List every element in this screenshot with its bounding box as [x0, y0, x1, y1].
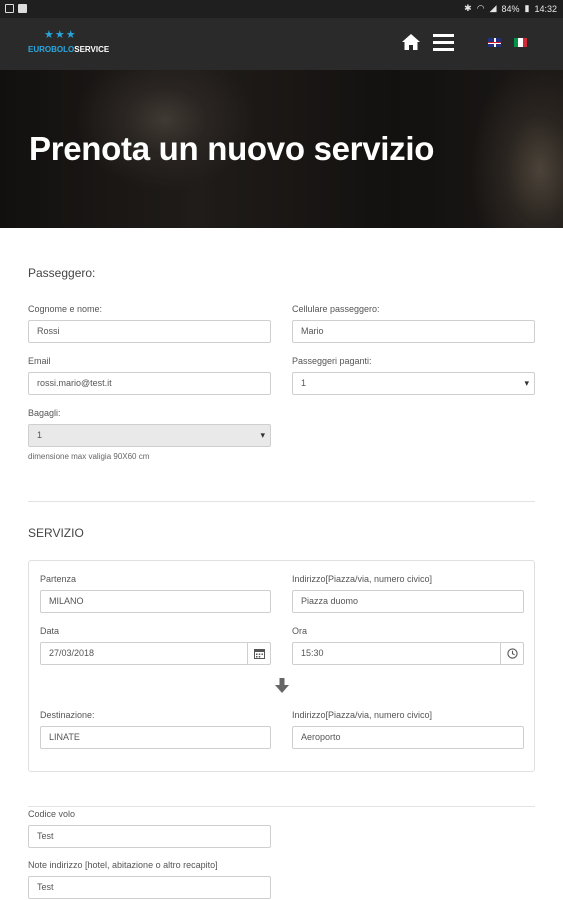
battery-icon: ▮: [524, 3, 530, 13]
luggage-label: Bagagli:: [28, 408, 61, 418]
logo-stars: ★★★: [44, 29, 77, 41]
section-divider: [28, 501, 535, 502]
status-right: ✱ ◠ ◢ 84% ▮ 14:32: [464, 3, 557, 14]
clock-icon[interactable]: [501, 642, 524, 665]
logo-text: EUROBOLOSERVICE: [28, 45, 109, 54]
battery-level: 84%: [501, 3, 520, 14]
passenger-section-title: Passeggero:: [28, 266, 96, 280]
address-notes-input[interactable]: Test: [28, 876, 271, 899]
time-input[interactable]: 15:30: [292, 642, 501, 665]
date-label: Data: [40, 626, 60, 636]
date-input[interactable]: 27/03/2018: [40, 642, 248, 665]
section-divider: [28, 806, 535, 807]
language-en-flag-icon[interactable]: [488, 38, 501, 47]
language-it-flag-icon[interactable]: [514, 38, 527, 47]
hero-banner: Prenota un nuovo servizio: [0, 70, 563, 228]
time-label: Ora: [292, 626, 308, 636]
departure-address-input[interactable]: Piazza duomo: [292, 590, 524, 613]
email-input[interactable]: rossi.mario@test.it: [28, 372, 271, 395]
destination-address-input[interactable]: Aeroporto: [292, 726, 524, 749]
phone-input[interactable]: Mario: [292, 320, 535, 343]
paying-passengers-label: Passeggeri paganti:: [292, 356, 372, 366]
page-title: Prenota un nuovo servizio: [29, 130, 435, 167]
departure-label: Partenza: [40, 574, 77, 584]
destination-label: Destinazione:: [40, 710, 95, 720]
paying-passengers-select[interactable]: 1: [292, 372, 535, 395]
logo-text-part1: EUROBOLO: [28, 45, 75, 54]
home-icon[interactable]: [401, 32, 421, 52]
app-header: ★★★ EUROBOLOSERVICE: [0, 18, 563, 70]
brand-logo[interactable]: ★★★ EUROBOLOSERVICE: [28, 28, 109, 58]
hamburger-menu-icon[interactable]: [433, 34, 454, 51]
logo-text-part2: SERVICE: [74, 45, 110, 54]
service-section-title: SERVIZIO: [28, 526, 84, 540]
status-bar: ✱ ◠ ◢ 84% ▮ 14:32: [0, 0, 563, 18]
luggage-select[interactable]: 1: [28, 424, 271, 447]
gallery-notification-icon: [18, 4, 27, 13]
arrow-down-icon: [272, 676, 292, 696]
destination-input[interactable]: LINATE: [40, 726, 271, 749]
bluetooth-icon: ✱: [464, 3, 472, 13]
calendar-icon[interactable]: [248, 642, 271, 665]
signal-icon: ◢: [489, 3, 497, 13]
phone-label: Cellulare passeggero:: [292, 304, 380, 314]
email-label: Email: [28, 356, 51, 366]
screenshot-notification-icon: [5, 4, 14, 13]
clock: 14:32: [534, 3, 557, 14]
departure-input[interactable]: MILANO: [40, 590, 271, 613]
notification-icons: [5, 4, 27, 13]
address-notes-label: Note indirizzo [hotel, abitazione o altr…: [28, 860, 218, 870]
luggage-hint: dimensione max valigia 90X60 cm: [28, 452, 150, 461]
destination-address-label: Indirizzo[Piazza/via, numero civico]: [292, 710, 433, 720]
flight-code-input[interactable]: Test: [28, 825, 271, 848]
flight-code-label: Codice volo: [28, 809, 76, 819]
name-label: Cognome e nome:: [28, 304, 103, 314]
name-input[interactable]: Rossi: [28, 320, 271, 343]
wifi-icon: ◠: [476, 3, 485, 13]
departure-address-label: Indirizzo[Piazza/via, numero civico]: [292, 574, 433, 584]
